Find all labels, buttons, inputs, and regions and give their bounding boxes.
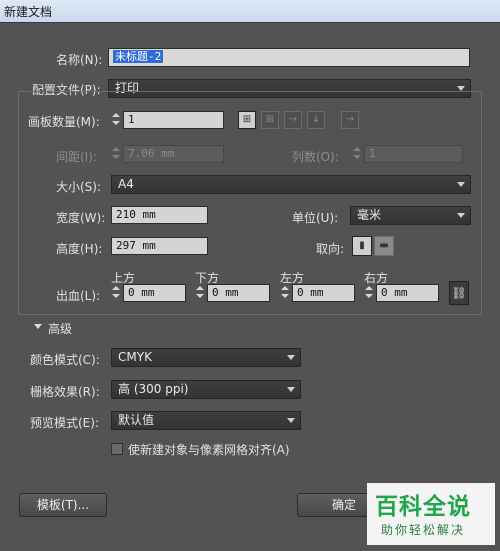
chevron-down-icon — [457, 213, 465, 218]
right-to-left-icon[interactable]: → — [341, 111, 359, 129]
window-titlebar: 新建文档 — [0, 0, 500, 22]
orientation-label: 取向: — [316, 242, 345, 256]
chevron-down-icon — [287, 355, 295, 360]
align-pixel-checkbox[interactable] — [111, 443, 123, 455]
columns-stepper[interactable] — [352, 145, 362, 163]
height-label: 高度(H): — [56, 242, 103, 256]
new-document-dialog: 名称(N): 未标题-2 配置文件(P): 打印 画板数量(M): 1 ⊞ ⊞ … — [0, 22, 500, 551]
height-input[interactable]: 297 mm — [111, 237, 208, 255]
width-input[interactable]: 210 mm — [111, 206, 208, 224]
raster-dropdown[interactable]: 高 (300 ppi) — [111, 380, 301, 399]
bleed-left-input[interactable]: 0 mm — [292, 284, 355, 302]
columns-label: 列数(O): — [292, 150, 339, 164]
spacing-label: 间距(I): — [56, 150, 97, 164]
templates-button[interactable]: 模板(T)... — [19, 493, 107, 517]
grid-by-row-icon[interactable]: ⊞ — [238, 111, 256, 129]
link-bleed-icon[interactable]: ⛓ — [449, 281, 469, 305]
spacing-stepper[interactable] — [111, 145, 121, 163]
units-label: 单位(U): — [292, 211, 339, 225]
color-mode-dropdown[interactable]: CMYK — [111, 348, 301, 367]
collapse-triangle-icon[interactable] — [34, 324, 42, 329]
align-pixel-label[interactable]: 使新建对象与像素网格对齐(A) — [128, 441, 290, 458]
arrange-row-icon[interactable]: → — [284, 111, 302, 129]
bleed-bottom-stepper[interactable] — [195, 284, 205, 302]
advanced-label[interactable]: 高级 — [48, 320, 72, 337]
chevron-down-icon — [457, 182, 465, 187]
grid-by-column-icon[interactable]: ⊞ — [261, 111, 279, 129]
watermark-subtitle: 助你轻松解决 — [381, 523, 466, 537]
units-dropdown[interactable]: 毫米 — [350, 206, 471, 225]
artboards-stepper[interactable] — [111, 111, 121, 129]
preview-dropdown[interactable]: 默认值 — [111, 411, 301, 430]
size-value: A4 — [118, 177, 134, 191]
preview-label: 预览模式(E): — [30, 416, 99, 430]
watermark-title: 百科全说 — [375, 494, 471, 520]
bleed-top-stepper[interactable] — [111, 284, 121, 302]
artboards-label: 画板数量(M): — [28, 115, 100, 129]
portrait-icon[interactable]: ▮ — [352, 236, 372, 256]
raster-label: 栅格效果(R): — [30, 385, 100, 399]
landscape-icon[interactable]: ▬ — [374, 236, 394, 256]
name-input[interactable]: 未标题-2 — [108, 48, 470, 67]
chevron-down-icon — [287, 387, 295, 392]
color-mode-label: 颜色模式(C): — [30, 353, 100, 367]
name-value: 未标题-2 — [113, 50, 164, 63]
window-title: 新建文档 — [4, 5, 53, 19]
units-value: 毫米 — [357, 208, 382, 222]
bleed-right-stepper[interactable] — [364, 284, 374, 302]
bleed-label: 出血(L): — [56, 289, 101, 303]
raster-value: 高 (300 ppi) — [118, 382, 189, 396]
preview-value: 默认值 — [118, 413, 155, 427]
size-label: 大小(S): — [56, 180, 102, 194]
bleed-bottom-input[interactable]: 0 mm — [207, 284, 270, 302]
arrange-column-icon[interactable]: ↓ — [307, 111, 325, 129]
bleed-left-stepper[interactable] — [280, 284, 290, 302]
bleed-right-input[interactable]: 0 mm — [376, 284, 439, 302]
artboards-input[interactable]: 1 — [123, 111, 224, 129]
size-dropdown[interactable]: A4 — [111, 175, 471, 194]
watermark-logo: 百科全说 助你轻松解决 — [367, 483, 495, 545]
bleed-top-input[interactable]: 0 mm — [123, 284, 186, 302]
width-label: 宽度(W): — [56, 211, 106, 225]
columns-input[interactable]: 1 — [364, 145, 463, 163]
color-mode-value: CMYK — [118, 350, 152, 364]
chevron-down-icon — [287, 418, 295, 423]
name-label: 名称(N): — [56, 53, 103, 67]
spacing-input[interactable]: 7.06 mm — [123, 145, 224, 163]
